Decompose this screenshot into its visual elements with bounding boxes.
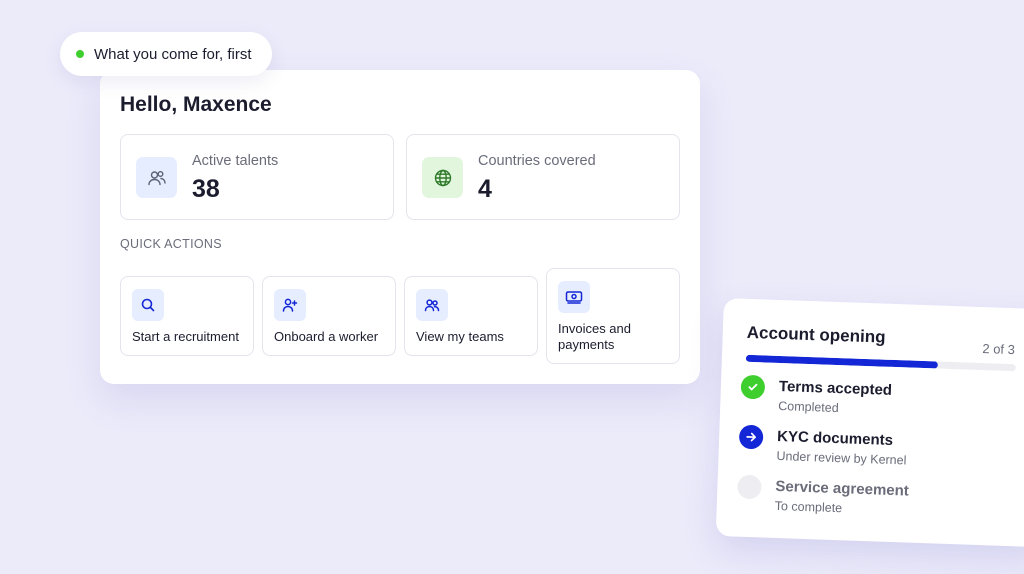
badge-text: What you come for, first	[94, 45, 252, 63]
step-subtitle: Under review by Kernel	[776, 448, 907, 468]
add-user-icon	[274, 289, 306, 321]
account-opening-card: Account opening 2 of 3 Terms accepted Co…	[715, 298, 1024, 548]
quick-action-invoices-payments[interactable]: Invoices and payments	[546, 268, 680, 364]
dashboard-card: Hello, Maxence Active talents 38 Countri…	[100, 70, 700, 384]
quick-action-label: Invoices and payments	[558, 321, 631, 352]
feature-badge: What you come for, first	[60, 32, 272, 76]
search-icon	[132, 289, 164, 321]
account-opening-title: Account opening	[746, 322, 886, 347]
check-icon	[740, 374, 766, 400]
stat-value: 4	[478, 175, 492, 203]
team-icon	[416, 289, 448, 321]
stat-label: Countries covered	[478, 153, 596, 169]
quick-action-onboard-worker[interactable]: Onboard a worker	[262, 276, 396, 356]
step-title: KYC documents	[776, 427, 894, 449]
quick-action-label: Start a recruitment	[132, 329, 239, 344]
pending-circle-icon	[737, 474, 762, 500]
quick-action-start-recruitment[interactable]: Start a recruitment	[120, 276, 254, 356]
status-dot	[76, 50, 84, 58]
quick-action-label: View my teams	[416, 329, 504, 344]
payment-icon	[558, 281, 590, 313]
quick-action-view-teams[interactable]: View my teams	[404, 276, 538, 356]
progress-bar	[745, 354, 1016, 372]
step-counter: 2 of 3	[982, 341, 1016, 358]
globe-icon	[422, 157, 463, 198]
step-title: Terms accepted	[778, 377, 893, 399]
progress-fill	[745, 354, 938, 369]
arrow-right-icon	[738, 424, 764, 450]
step-subtitle: Completed	[778, 398, 839, 416]
quick-action-label: Onboard a worker	[274, 329, 379, 344]
stat-label: Active talents	[192, 153, 279, 169]
stat-value: 38	[192, 175, 220, 203]
users-icon	[136, 157, 177, 198]
step-subtitle: To complete	[774, 498, 843, 516]
quick-actions-heading: QUICK ACTIONS	[120, 237, 222, 251]
stat-card-countries-covered[interactable]: Countries covered 4	[406, 134, 680, 220]
stat-card-active-talents[interactable]: Active talents 38	[120, 134, 394, 220]
greeting-title: Hello, Maxence	[120, 93, 272, 116]
step-title: Service agreement	[775, 477, 910, 500]
